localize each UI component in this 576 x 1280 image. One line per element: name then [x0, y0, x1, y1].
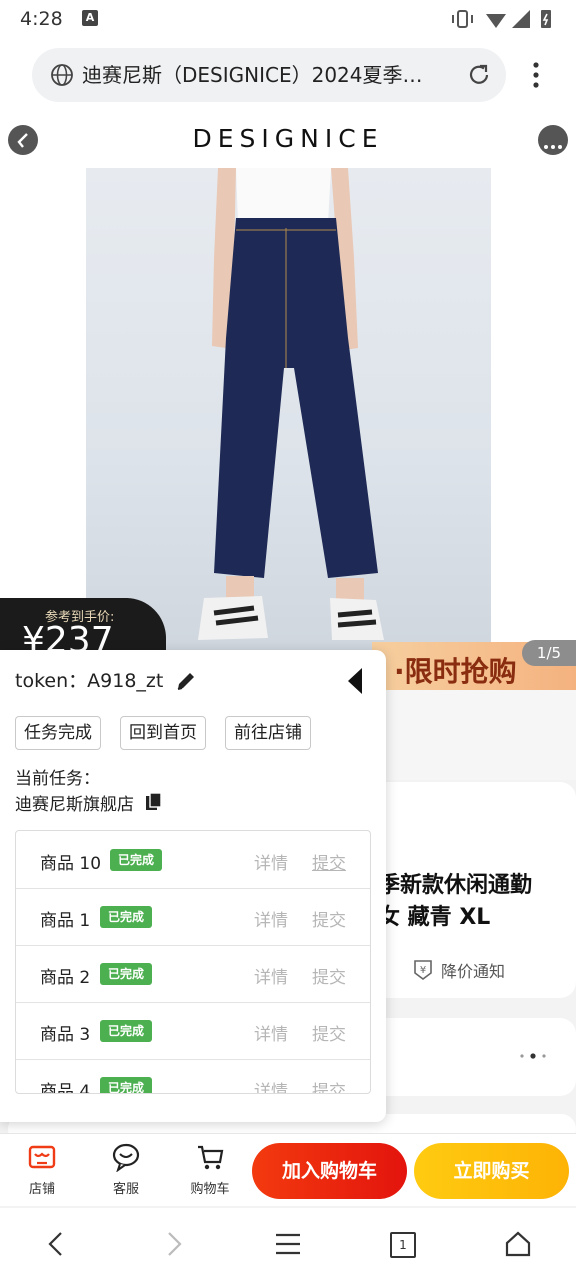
- page-title-url[interactable]: 迪赛尼斯（DESIGNICE）2024夏季…: [82, 62, 452, 88]
- price-tag-icon: ¥: [414, 960, 432, 980]
- status-bar: 4:28 A: [0, 0, 576, 38]
- more-options-button[interactable]: [538, 125, 568, 155]
- token-label: token：: [15, 670, 88, 692]
- battery-icon: [541, 10, 551, 28]
- price-drop-notice[interactable]: 降价通知: [441, 958, 505, 982]
- ellipsis-icon: [544, 145, 562, 149]
- list-item: 商品 4 已完成 详情 提交: [16, 1059, 370, 1094]
- buy-now-button[interactable]: 立即购买: [414, 1143, 569, 1199]
- shop-label: 店铺: [28, 1182, 55, 1197]
- item-name: 商品 10: [40, 854, 102, 874]
- item-name: 商品 4: [40, 1082, 91, 1094]
- home-icon[interactable]: [504, 1230, 532, 1258]
- browser-toolbar: 迪赛尼斯（DESIGNICE）2024夏季…: [0, 38, 576, 116]
- task-complete-button[interactable]: 任务完成: [15, 716, 101, 750]
- current-task-label: 当前任务：: [15, 769, 100, 789]
- status-badge: 已完成: [100, 1020, 153, 1042]
- submit-link[interactable]: 提交: [312, 963, 346, 988]
- globe-icon: [51, 64, 73, 86]
- list-item: 商品 3 已完成 详情 提交: [16, 1002, 370, 1060]
- detail-link[interactable]: 详情: [254, 1077, 288, 1093]
- cart-label: 购物车: [190, 1182, 230, 1197]
- add-to-cart-button[interactable]: 加入购物车: [252, 1143, 407, 1199]
- forward-arrow-icon[interactable]: [162, 1230, 186, 1258]
- list-item: 商品 10 已完成 详情 提交: [16, 831, 370, 889]
- detail-link[interactable]: 详情: [254, 1020, 288, 1045]
- submit-link[interactable]: 提交: [312, 906, 346, 931]
- tabs-button[interactable]: 1: [390, 1232, 416, 1258]
- wifi-icon: [486, 14, 506, 28]
- copy-icon[interactable]: [145, 792, 163, 812]
- status-badge: 已完成: [100, 906, 153, 928]
- submit-link[interactable]: 提交: [312, 849, 346, 874]
- product-title-line1: 季新款休闲通勤: [378, 873, 533, 898]
- status-badge: 已完成: [110, 849, 163, 871]
- status-badge: 已完成: [100, 1077, 153, 1093]
- carousel-dots-icon: [520, 1053, 546, 1059]
- token-row: token：A918_zt: [15, 666, 163, 693]
- go-to-shop-button[interactable]: 前往店铺: [225, 716, 311, 750]
- back-icon: [17, 133, 28, 148]
- collapse-arrow-icon[interactable]: [344, 666, 366, 696]
- customer-service-label: 客服: [112, 1182, 139, 1197]
- detail-link[interactable]: 详情: [254, 849, 288, 874]
- back-button[interactable]: [8, 125, 38, 155]
- browser-nav-bar: 1: [0, 1208, 576, 1280]
- list-item: 商品 1 已完成 详情 提交: [16, 888, 370, 946]
- item-name: 商品 2: [40, 968, 91, 988]
- cart-icon: [198, 1145, 224, 1170]
- item-name: 商品 3: [40, 1025, 91, 1045]
- status-badge: 已完成: [100, 963, 153, 985]
- system-status-icons: [452, 10, 551, 28]
- notification-icon: A: [82, 10, 98, 26]
- detail-link[interactable]: 详情: [254, 963, 288, 988]
- jeans-illustration: [198, 168, 384, 640]
- address-bar[interactable]: 迪赛尼斯（DESIGNICE）2024夏季…: [32, 48, 506, 102]
- more-menu-icon[interactable]: [526, 60, 546, 90]
- reload-icon[interactable]: [466, 62, 492, 88]
- signal-icon: [512, 10, 530, 28]
- vibrate-icon: [452, 10, 473, 28]
- menu-icon[interactable]: [274, 1232, 302, 1256]
- back-arrow-icon[interactable]: [44, 1230, 68, 1258]
- task-item-list[interactable]: 商品 10 已完成 详情 提交 商品 1 已完成 详情 提交 商品 2 已完成 …: [15, 830, 371, 1094]
- image-pager: 1/5: [522, 640, 576, 666]
- submit-link[interactable]: 提交: [312, 1020, 346, 1045]
- product-title: 季新款休闲通勤 女 藏青 XL: [378, 870, 568, 934]
- status-time: 4:28: [20, 8, 63, 30]
- back-home-button[interactable]: 回到首页: [120, 716, 206, 750]
- product-image[interactable]: [86, 168, 491, 656]
- list-item: 商品 2 已完成 详情 提交: [16, 945, 370, 1003]
- reference-price-tag: 参考到手价: ¥237: [0, 598, 166, 661]
- current-task-name: 迪赛尼斯旗舰店: [15, 795, 134, 815]
- detail-link[interactable]: 详情: [254, 906, 288, 931]
- edit-icon[interactable]: [174, 669, 198, 693]
- token-value: A918_zt: [87, 670, 164, 692]
- product-title-line2: 女 藏青 XL: [378, 905, 491, 930]
- svg-text:¥: ¥: [420, 965, 426, 976]
- chat-icon: [112, 1143, 140, 1172]
- submit-link[interactable]: 提交: [312, 1077, 346, 1093]
- brand-logo: DESIGNICE: [192, 124, 384, 153]
- shop-icon: [28, 1145, 56, 1169]
- item-name: 商品 1: [40, 911, 91, 931]
- flash-sale-text: ·限时抢购: [394, 655, 517, 688]
